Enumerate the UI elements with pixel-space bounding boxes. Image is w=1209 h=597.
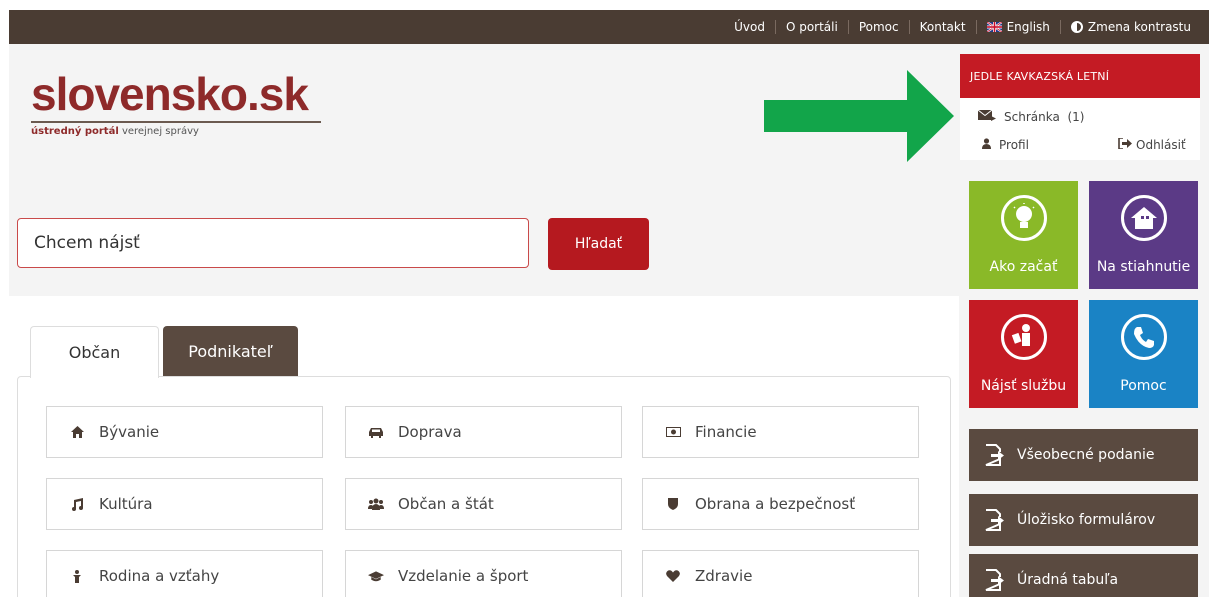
nav-contrast-label: Zmena kontrastu [1087,20,1191,34]
logo-subtitle: ústredný portál verejnej správy [31,126,321,137]
category-label: Vzdelanie a šport [398,567,529,585]
logout-link[interactable]: Odhlásiť [1118,137,1186,152]
category-label: Rodina a vzťahy [99,567,220,585]
tile-najst-sluzbu[interactable]: Nájsť službu [969,300,1078,408]
tile-label: Ako začať [989,259,1058,275]
nav-separator [847,20,849,34]
nav-link-contrast[interactable]: Zmena kontrastu [1070,20,1191,34]
phone-icon [1120,314,1167,360]
profile-link[interactable]: Profil [982,138,1029,152]
site-logo[interactable]: slovensko.sk ústredný portál verejnej sp… [31,70,321,137]
mailbox-link[interactable]: Schránka (1) [977,109,1085,124]
document-arrow-icon [985,444,1004,466]
nav-separator [975,20,977,34]
category-label: Obrana a bezpečnosť [695,495,856,513]
page-frame: Úvod O portáli Pomoc Kontakt English Zme… [9,10,1209,597]
home-icon [69,426,85,438]
user-icon [982,138,991,152]
mailbox-count: (1) [1067,110,1085,124]
link-ulozisko-formularov[interactable]: Úložisko formulárov [969,494,1198,546]
nav-link-pomoc[interactable]: Pomoc [859,20,899,34]
search-button[interactable]: Hľadať [548,218,649,270]
profile-label: Profil [999,138,1029,152]
document-arrow-icon [985,569,1004,591]
link-label: Všeobecné podanie [1017,447,1155,463]
lightbulb-icon [1000,195,1047,241]
nav-separator [774,20,776,34]
logo-title: slovensko.sk [31,68,309,120]
logo-underline [31,121,321,123]
category-obcan-a-stat[interactable]: Občan a štát [345,478,622,530]
category-byvanie[interactable]: Bývanie [46,406,323,458]
category-label: Zdravie [695,567,753,585]
nav-english-label: English [1006,20,1050,34]
contrast-icon [1070,21,1083,33]
link-label: Úradná tabuľa [1017,572,1119,588]
shield-icon [665,498,681,510]
category-label: Bývanie [99,423,160,441]
document-arrow-icon [985,509,1004,531]
green-arrow-annotation [764,70,954,162]
money-icon [665,427,681,437]
nav-link-uvod[interactable]: Úvod [734,20,765,34]
category-zdravie[interactable]: Zdravie [642,550,919,597]
tile-label: Na stiahnutie [1096,259,1191,275]
category-rodina[interactable]: Rodina a vzťahy [46,550,323,597]
uk-flag-icon [986,22,1002,32]
category-panel: Bývanie Doprava Financie Kultúra Občan a… [17,376,951,597]
top-navigation: Úvod O portáli Pomoc Kontakt English Zme… [734,10,1191,44]
user-name[interactable]: JEDLE KAVKAZSKÁ LETNÍ [960,54,1200,98]
logo-subtitle-rest: verejnej správy [118,126,199,137]
top-bar: Úvod O portáli Pomoc Kontakt English Zme… [9,10,1209,44]
link-label: Úložisko formulárov [1017,512,1156,528]
nav-link-english[interactable]: English [986,20,1050,34]
category-label: Občan a štát [398,495,494,513]
mailbox-label: Schránka [1004,110,1060,124]
category-doprava[interactable]: Doprava [345,406,622,458]
nav-separator [1059,20,1061,34]
category-vzdelanie[interactable]: Vzdelanie a šport [345,550,622,597]
category-obrana[interactable]: Obrana a bezpečnosť [642,478,919,530]
logout-icon [1118,137,1132,152]
person-service-icon [1000,314,1047,360]
download-house-icon [1120,195,1167,241]
category-financie[interactable]: Financie [642,406,919,458]
logo-subtitle-bold: ústredný portál [31,126,119,137]
tile-pomoc[interactable]: Pomoc [1089,300,1198,408]
graduation-cap-icon [368,570,384,582]
tile-na-stiahnutie[interactable]: Na stiahnutie [1089,181,1198,289]
people-icon [368,498,384,510]
category-label: Financie [695,423,757,441]
nav-separator [908,20,910,34]
tile-label: Pomoc [1120,378,1167,394]
category-label: Kultúra [99,495,153,513]
tile-ako-zacat[interactable]: Ako začať [969,181,1078,289]
logout-label: Odhlásiť [1136,138,1186,152]
family-icon [69,569,85,583]
envelope-icon [977,109,996,124]
nav-link-kontakt[interactable]: Kontakt [920,20,966,34]
link-uradna-tabula[interactable]: Úradná tabuľa [969,554,1198,597]
category-kultura[interactable]: Kultúra [46,478,323,530]
nav-link-o-portali[interactable]: O portáli [786,20,838,34]
heart-icon [665,570,681,582]
tile-label: Nájsť službu [980,378,1067,394]
car-icon [368,427,384,438]
category-label: Doprava [398,423,462,441]
link-vseobecne-podanie[interactable]: Všeobecné podanie [969,429,1198,481]
user-box: JEDLE KAVKAZSKÁ LETNÍ Schránka (1) Profi… [960,54,1200,160]
tab-podnikatel[interactable]: Podnikateľ [163,326,298,376]
tab-obcan[interactable]: Občan [30,326,159,378]
search-input[interactable] [17,218,529,268]
music-icon [69,497,85,511]
right-sidebar: JEDLE KAVKAZSKÁ LETNÍ Schránka (1) Profi… [960,54,1209,597]
